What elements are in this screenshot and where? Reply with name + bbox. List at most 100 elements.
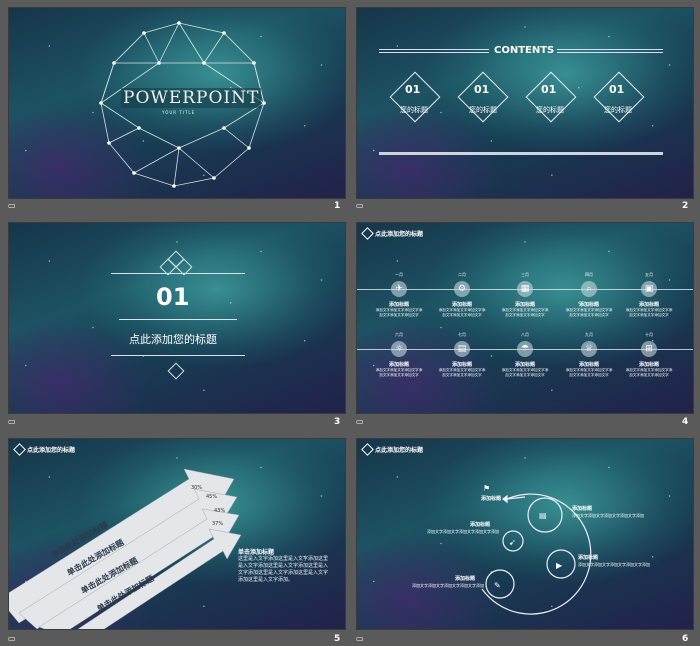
comment-icon[interactable]: ▭ <box>356 201 364 210</box>
item-text: 添加文字添加文字添加文字添加文字添加文字添加文字 <box>375 368 423 377</box>
slide-5[interactable]: 点此添加您的标题 单击此处添加标题 单击此处添加标题 单击此处添加标题 单击此处… <box>8 438 346 630</box>
timeline-icon[interactable]: ☂ <box>517 341 533 357</box>
comment-icon[interactable]: ▭ <box>8 634 16 643</box>
timeline-icon[interactable]: ✈ <box>391 281 407 297</box>
item-number: 01 <box>609 83 625 96</box>
section-title: 点此添加您的标题 <box>129 333 217 346</box>
item-text: 添加文字添加文字添加文字添加文字添加文字添加文字 <box>501 368 549 377</box>
flag-icon: ⚑ <box>483 484 490 493</box>
month-label: 三月 <box>521 272 529 277</box>
top-rule <box>557 49 663 53</box>
month-label: 七月 <box>458 332 466 337</box>
rocket-icon: ➹ <box>509 538 516 547</box>
item-title: 添加标题 <box>515 302 536 308</box>
slide-number: 6 <box>682 634 689 644</box>
month-label: 一月 <box>395 272 403 277</box>
header-text: 点此添加您的标题 <box>375 231 424 238</box>
comment-icon[interactable]: ▭ <box>356 417 364 426</box>
slide-number: 1 <box>334 201 341 211</box>
month-label: 六月 <box>395 332 403 337</box>
slide-2[interactable]: CONTENTS 01 您的标题 01 您的标题 01 您的标题 01 您的标题 <box>356 7 694 199</box>
item-label: 您的标题 <box>536 106 564 114</box>
timeline-icon[interactable]: ▦ <box>517 281 533 297</box>
item-number: 01 <box>474 83 490 96</box>
slide-number: 3 <box>334 417 341 427</box>
star-field <box>357 223 693 413</box>
bottom-diamond <box>167 362 185 380</box>
timeline-icon[interactable]: ♕ <box>581 341 597 357</box>
top-ornament <box>111 273 245 274</box>
top-rule <box>379 49 489 53</box>
comment-icon[interactable]: ▭ <box>8 201 16 210</box>
item-text: 添加文字添加文字添加文字添加文字添加文字添加文字 <box>625 308 673 317</box>
slide-3[interactable]: 01 点此添加您的标题 <box>8 222 346 414</box>
timeline-icon[interactable]: ⊞ <box>641 341 657 357</box>
slide-1[interactable]: POWERPOINT YOUR TITLE <box>8 7 346 199</box>
item-text: 添加文字添加文字添加文字添加文字添加文字添加文字 <box>565 308 613 317</box>
item-text: 添加文字添加文字添加文字添加文字添加文字添加文字 <box>501 308 549 317</box>
arrow-bars <box>9 468 242 629</box>
item-text: 添加文字添加文字添加文字添加文字添加文字添加文字 <box>375 308 423 317</box>
section-number: 01 <box>156 283 190 311</box>
item-title: 添加标题 <box>639 362 660 368</box>
slide-number: 2 <box>682 201 689 211</box>
text-title: 单击添加标题 <box>238 549 275 556</box>
item-title: 添加标题 <box>452 302 473 308</box>
item-title: 添加标题 <box>515 362 536 368</box>
month-label: 九月 <box>585 332 593 337</box>
item-title: 添加标题 <box>389 362 410 368</box>
item-title: 添加标题 <box>452 362 473 368</box>
text-body: 这里是入文字添加这里是入文字添加这里是入文字添加这里是入文字添加这里是入文字添加… <box>238 556 329 583</box>
block-text: 添加文字添加文字添加文字添加文字添加 <box>427 529 499 534</box>
item-text: 添加文字添加文字添加文字添加文字添加文字添加文字 <box>625 368 673 377</box>
item-number: 01 <box>541 83 557 96</box>
block-title: 添加标题 <box>470 522 491 528</box>
item-label: 您的标题 <box>604 106 632 114</box>
timeline-icon[interactable]: ⌕ <box>581 281 597 297</box>
month-label: 四月 <box>585 272 593 277</box>
percent-label: 37% <box>212 521 224 527</box>
bottom-ornament <box>111 355 245 356</box>
item-title: 添加标题 <box>579 302 600 308</box>
slide-subtitle: YOUR TITLE <box>162 110 196 115</box>
bottom-rule <box>379 152 663 155</box>
timeline-icon[interactable]: ☼ <box>391 341 407 357</box>
item-text: 添加文字添加文字添加文字添加文字添加文字添加文字 <box>438 368 486 377</box>
slide-title: POWERPOINT <box>121 88 262 108</box>
slide-header: 点此添加您的标题 <box>361 227 424 240</box>
percent-label: 45% <box>206 494 218 500</box>
item-title: 添加标题 <box>389 302 410 308</box>
block-text: 添加文字添加文字添加文字添加文字添加 <box>412 583 484 588</box>
item-title: 添加标题 <box>639 302 660 308</box>
month-label: 二月 <box>458 272 466 277</box>
comment-icon[interactable]: ▭ <box>356 634 364 643</box>
slide-number: 4 <box>682 417 689 427</box>
block-text: 添加文字添加文字添加文字添加文字添加 <box>572 513 644 518</box>
slide-6[interactable]: 点此添加您的标题 ▤ ➹ ▶ ✎ ⚑ 添加标题 添加标题 添加文字添加文字添加文… <box>356 438 694 630</box>
logo-icon <box>361 227 374 240</box>
item-text: 添加文字添加文字添加文字添加文字添加文字添加文字 <box>565 368 613 377</box>
percent-label: 43% <box>214 508 226 514</box>
item-text: 添加文字添加文字添加文字添加文字添加文字添加文字 <box>438 308 486 317</box>
block-title: 添加标题 <box>572 506 593 512</box>
item-title: 添加标题 <box>579 362 600 368</box>
timeline-icon[interactable]: ▣ <box>641 281 657 297</box>
month-label: 十月 <box>645 332 653 337</box>
book-icon: ▤ <box>539 511 547 520</box>
comment-icon[interactable]: ▭ <box>8 417 16 426</box>
timeline-icon[interactable]: ⚙ <box>454 281 470 297</box>
slide-4[interactable]: 点此添加您的标题 一月 ✈ 添加标题 添加文字添加文字添加文字添加文字添加文字添加文字… <box>356 222 694 414</box>
contents-heading: CONTENTS <box>494 45 555 56</box>
block-title: 添加标题 <box>455 576 476 582</box>
timeline-icon[interactable]: ▤ <box>454 341 470 357</box>
cycle-diagram: ▤ ➹ ▶ ✎ ⚑ <box>481 484 592 615</box>
item-label: 您的标题 <box>469 106 497 114</box>
item-label: 您的标题 <box>400 106 428 114</box>
video-icon: ▶ <box>556 561 563 570</box>
item-number: 01 <box>405 83 421 96</box>
month-label: 八月 <box>521 332 529 337</box>
brush-icon: ✎ <box>494 581 501 590</box>
block-text: 添加文字添加文字添加文字添加文字添加 <box>578 562 650 567</box>
mid-rule <box>119 319 237 320</box>
block-title: 添加标题 <box>481 496 502 502</box>
